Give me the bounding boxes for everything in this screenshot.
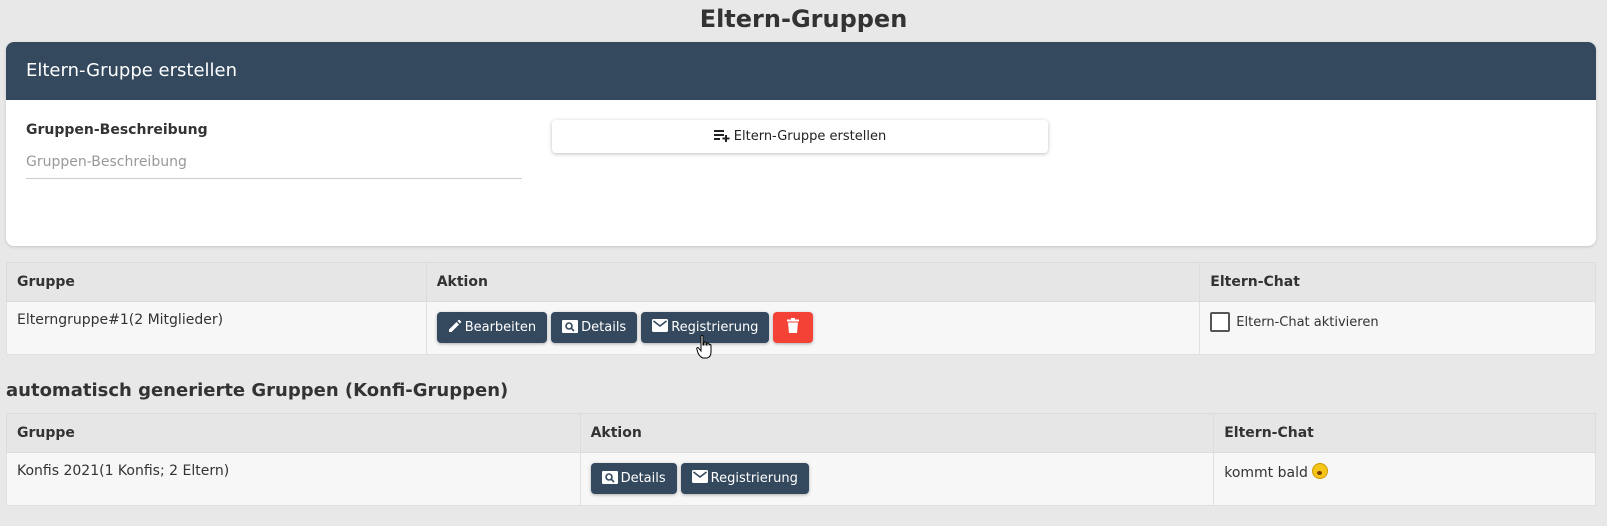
group-actions-cell: Details Registrierung — [579, 452, 1215, 506]
details-button-label: Details — [620, 471, 666, 486]
description-label: Gruppen-Beschreibung — [26, 122, 208, 138]
astonished-face-icon — [1312, 463, 1329, 479]
chat-enable-label: Eltern-Chat aktivieren — [1236, 314, 1379, 330]
table-header-row: Gruppe Aktion Eltern-Chat — [6, 262, 1596, 302]
create-group-button-label: Eltern-Gruppe erstellen — [733, 129, 887, 144]
search-icon — [601, 470, 618, 488]
trash-icon — [787, 318, 800, 337]
registration-button-label: Registrierung — [710, 471, 798, 486]
column-header-group: Gruppe — [6, 262, 427, 302]
delete-button[interactable] — [773, 312, 814, 343]
group-name-cell: Elterngruppe#1(2 Mitglieder) — [6, 301, 427, 355]
details-button[interactable]: Details — [590, 463, 677, 494]
group-name: Elterngruppe#1(2 Mitglieder) — [17, 312, 224, 328]
details-button-label: Details — [581, 320, 627, 335]
page-title: Eltern-Gruppen — [699, 5, 908, 33]
table-row: Elterngruppe#1(2 Mitglieder) Bearbeiten — [6, 301, 1596, 355]
registration-button-label: Registrierung — [671, 320, 759, 335]
auto-groups-section-title: automatisch generierte Gruppen (Konfi-Gr… — [6, 380, 509, 401]
mail-icon — [691, 470, 708, 487]
table-header-row: Gruppe Aktion Eltern-Chat — [6, 413, 1596, 453]
groups-table: Gruppe Aktion Eltern-Chat Elterngruppe#1… — [6, 262, 1596, 355]
group-actions-cell: Bearbeiten Details Registrierung — [425, 301, 1201, 355]
card-header: Eltern-Gruppe erstellen — [6, 42, 1596, 100]
details-button[interactable]: Details — [551, 312, 638, 343]
hand-cursor-icon — [696, 334, 712, 363]
column-header-chat: Eltern-Chat — [1213, 413, 1596, 453]
column-header-action: Aktion — [425, 262, 1201, 302]
edit-button[interactable]: Bearbeiten — [436, 312, 548, 343]
column-header-chat: Eltern-Chat — [1199, 262, 1596, 302]
auto-groups-table: Gruppe Aktion Eltern-Chat Konfis 2021(1 … — [6, 413, 1596, 506]
description-input[interactable] — [26, 146, 522, 179]
mail-icon — [652, 319, 669, 336]
chat-status-text: kommt bald — [1224, 465, 1308, 481]
create-group-button[interactable]: Eltern-Gruppe erstellen — [552, 120, 1048, 153]
group-name: Konfis 2021(1 Konfis; 2 Eltern) — [17, 463, 230, 479]
table-row: Konfis 2021(1 Konfis; 2 Eltern) Details — [6, 452, 1596, 506]
column-header-action: Aktion — [579, 413, 1215, 453]
chat-status: kommt bald — [1224, 453, 1585, 481]
chat-enable-checkbox[interactable] — [1210, 312, 1231, 332]
group-name-cell: Konfis 2021(1 Konfis; 2 Eltern) — [6, 452, 581, 506]
edit-button-label: Bearbeiten — [464, 320, 537, 335]
registration-button[interactable]: Registrierung — [680, 463, 809, 494]
column-header-group: Gruppe — [6, 413, 581, 453]
playlist-add-icon — [713, 128, 730, 146]
search-icon — [562, 319, 579, 337]
create-group-card: Eltern-Gruppe erstellen Gruppen-Beschrei… — [6, 42, 1596, 246]
group-chat-cell: kommt bald — [1213, 452, 1596, 506]
pencil-icon — [448, 319, 462, 337]
group-chat-cell: Eltern-Chat aktivieren — [1199, 301, 1596, 355]
